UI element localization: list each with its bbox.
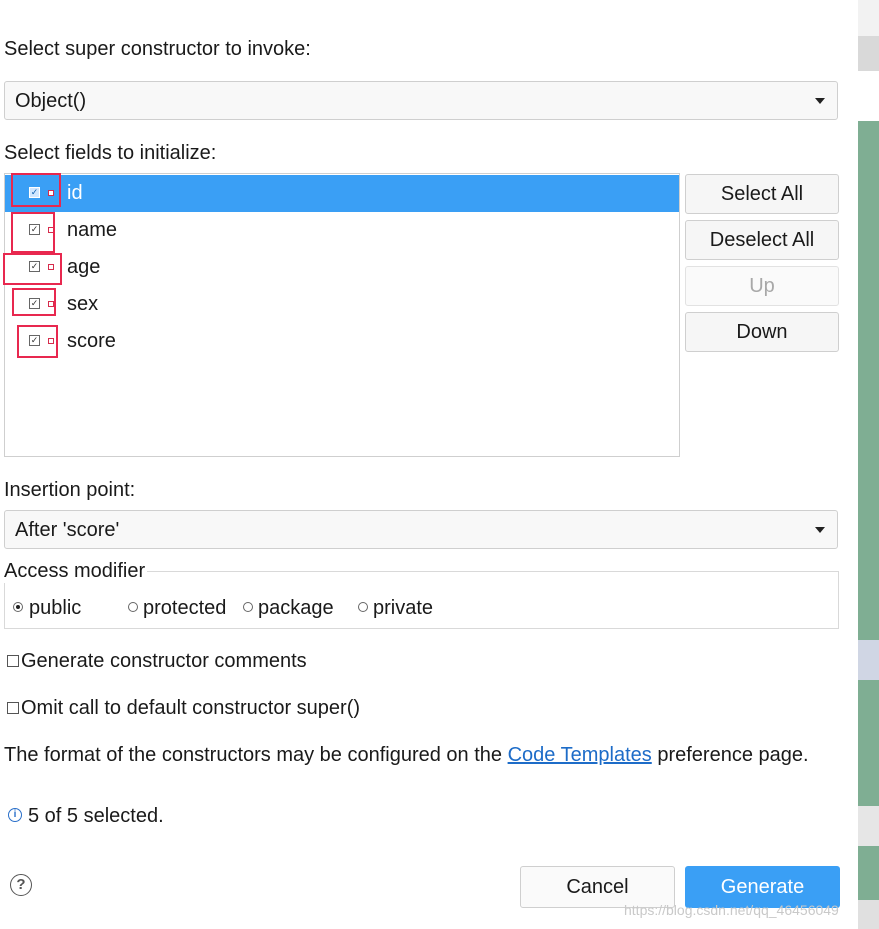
insertion-point-label: Insertion point: xyxy=(4,479,136,501)
field-name: id xyxy=(67,182,83,204)
field-name: score xyxy=(67,330,116,352)
side-band xyxy=(858,0,879,36)
radio-package-label[interactable]: package xyxy=(258,597,334,620)
deselect-all-button[interactable]: Deselect All xyxy=(685,220,839,260)
code-templates-link[interactable]: Code Templates xyxy=(508,744,652,766)
annotation-box xyxy=(12,288,56,316)
access-modifier-label: Access modifier xyxy=(4,560,148,583)
generate-comments-checkbox[interactable] xyxy=(7,655,19,667)
omit-super-label[interactable]: Omit call to default constructor super() xyxy=(21,697,360,720)
format-note: The format of the constructors may be co… xyxy=(4,744,809,767)
chevron-down-icon xyxy=(815,98,825,104)
radio-public[interactable] xyxy=(13,602,23,612)
radio-public-label[interactable]: public xyxy=(29,597,81,620)
side-band xyxy=(858,640,879,680)
fields-label: Select fields to initialize: xyxy=(4,142,217,164)
radio-package[interactable] xyxy=(243,602,253,612)
super-constructor-label: Select super constructor to invoke: xyxy=(4,38,311,60)
select-all-button[interactable]: Select All xyxy=(685,174,839,214)
status-text: 5 of 5 selected. xyxy=(28,805,164,827)
info-icon: i xyxy=(8,808,22,822)
chevron-down-icon xyxy=(815,527,825,533)
super-constructor-value: Object() xyxy=(15,90,87,112)
field-row-id[interactable]: ✓ id xyxy=(5,175,679,212)
background-editor-panel xyxy=(858,0,879,929)
side-band xyxy=(858,36,879,71)
insertion-point-select[interactable]: After 'score' xyxy=(4,510,838,549)
side-band xyxy=(858,806,879,846)
omit-super-checkbox[interactable] xyxy=(7,702,19,714)
radio-protected[interactable] xyxy=(128,602,138,612)
insertion-point-value: After 'score' xyxy=(15,519,120,541)
annotation-box xyxy=(17,325,58,358)
super-constructor-select[interactable]: Object() xyxy=(4,81,838,120)
field-row-age[interactable]: ✓ age xyxy=(5,249,679,286)
field-name: age xyxy=(67,256,101,278)
field-name: sex xyxy=(67,293,99,315)
side-band xyxy=(858,71,879,121)
down-button[interactable]: Down xyxy=(685,312,839,352)
field-name: name xyxy=(67,219,118,241)
help-icon[interactable]: ? xyxy=(10,874,32,896)
radio-private-label[interactable]: private xyxy=(373,597,433,620)
side-band xyxy=(858,900,879,929)
field-row-score[interactable]: ✓ score xyxy=(5,323,679,360)
format-note-suffix: preference page. xyxy=(651,744,809,766)
annotation-box xyxy=(11,173,61,207)
watermark: https://blog.csdn.net/qq_46456049 xyxy=(624,902,839,918)
fields-list[interactable]: ✓ id ✓ name ✓ age ✓ sex ✓ score xyxy=(4,173,680,457)
constructor-dialog: Select super constructor to invoke: Obje… xyxy=(0,0,858,929)
format-note-prefix: The format of the constructors may be co… xyxy=(4,744,508,766)
radio-protected-label[interactable]: protected xyxy=(143,597,226,620)
generate-comments-label[interactable]: Generate constructor comments xyxy=(21,650,307,673)
annotation-box xyxy=(11,212,55,253)
annotation-box xyxy=(3,253,62,285)
field-row-sex[interactable]: ✓ sex xyxy=(5,286,679,323)
field-row-name[interactable]: ✓ name xyxy=(5,212,679,249)
up-button[interactable]: Up xyxy=(685,266,839,306)
radio-private[interactable] xyxy=(358,602,368,612)
